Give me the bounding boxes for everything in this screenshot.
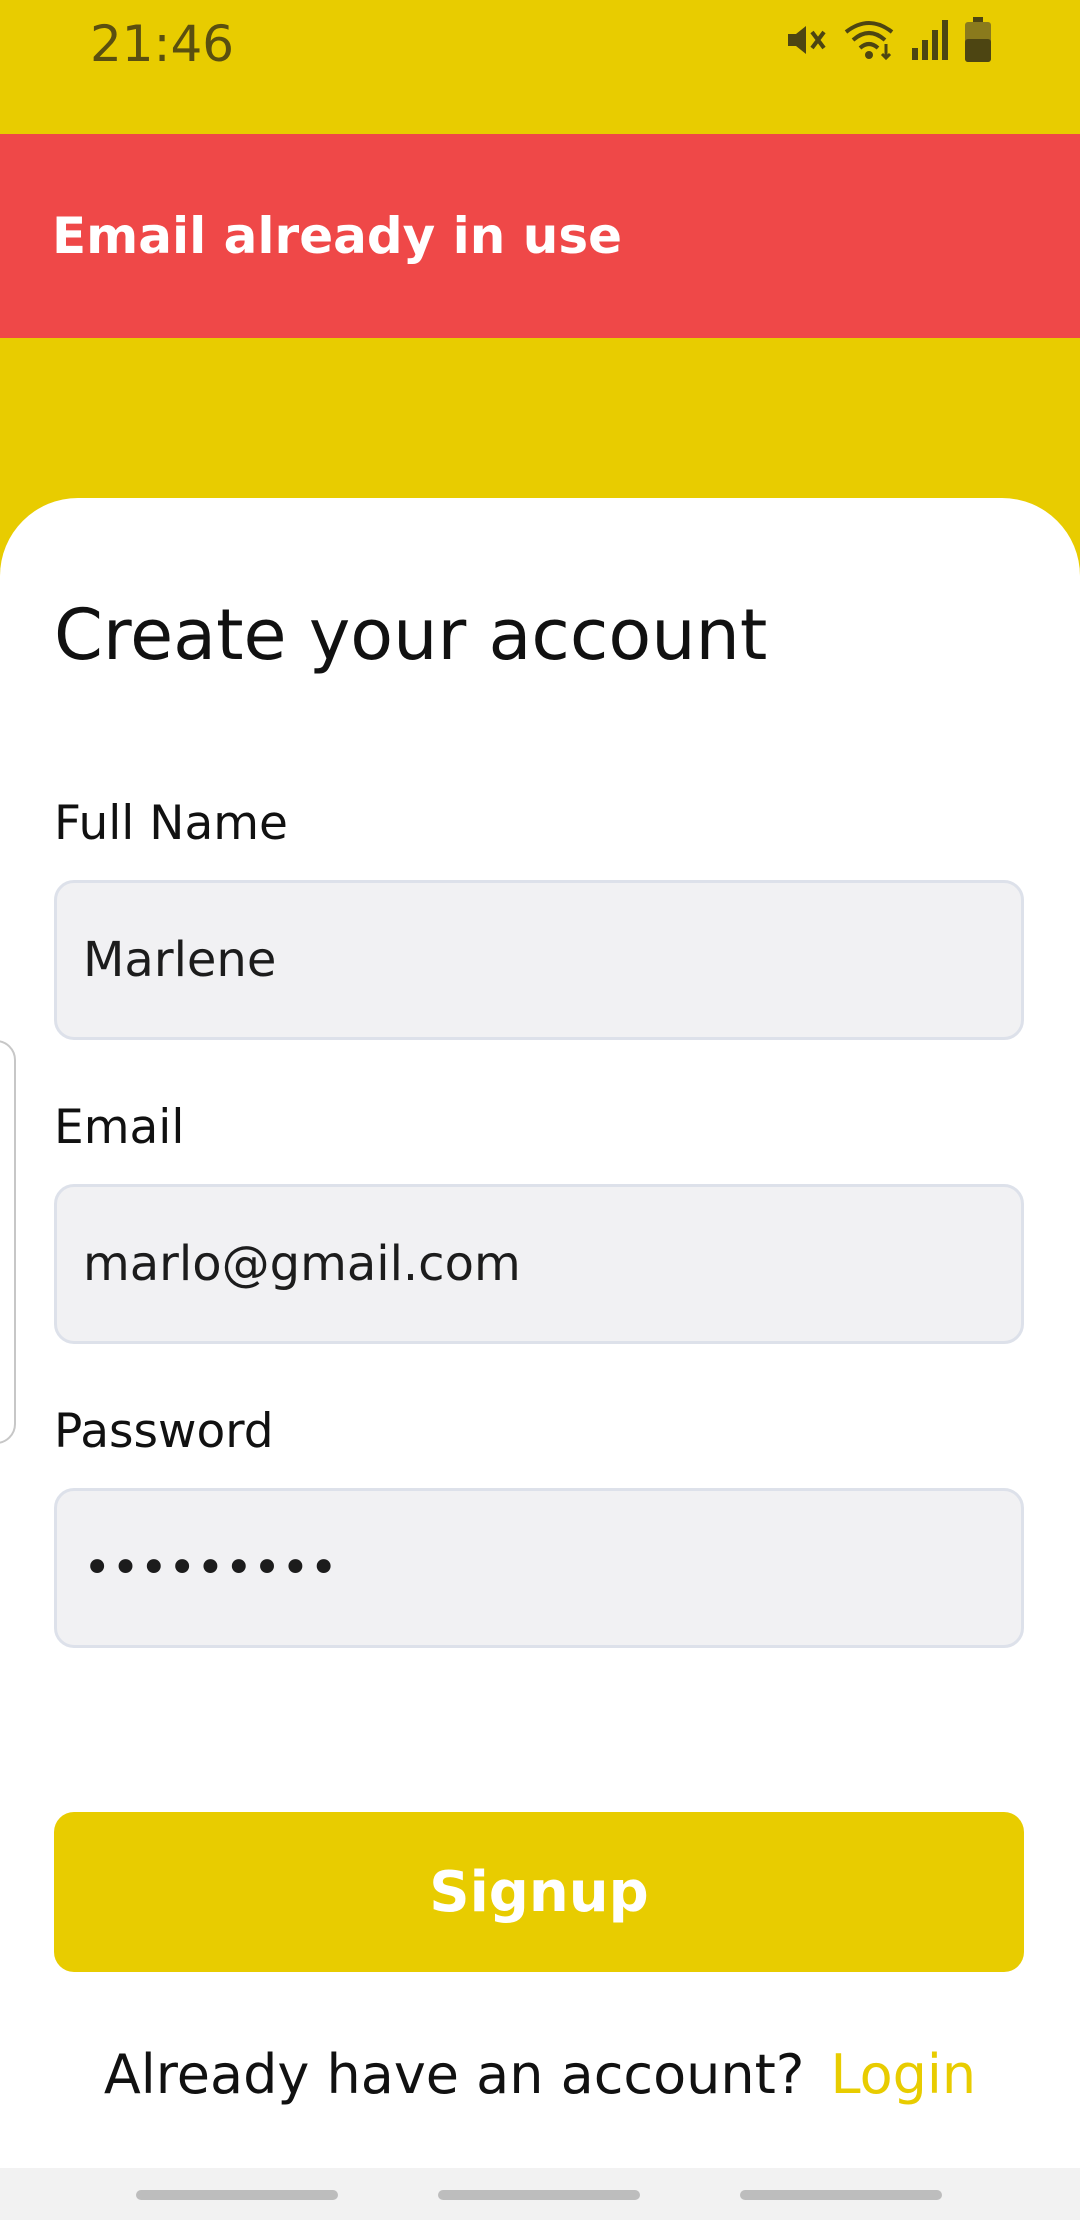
nav-recents-button[interactable] [136, 2190, 338, 2200]
email-label: Email [54, 1100, 185, 1155]
system-navigation-bar [0, 2168, 1080, 2220]
full-name-input[interactable] [54, 880, 1024, 1040]
password-input[interactable] [54, 1488, 1024, 1648]
login-link[interactable]: Login [830, 2043, 976, 2106]
password-label: Password [54, 1404, 274, 1459]
mute-icon [784, 18, 828, 66]
email-input[interactable] [54, 1184, 1024, 1344]
login-prompt-text: Already have an account? [103, 2043, 805, 2106]
battery-icon [964, 17, 992, 67]
error-message: Email already in use [52, 207, 623, 265]
page-title: Create your account [54, 594, 768, 676]
signal-icon [910, 18, 950, 66]
wifi-icon [842, 18, 896, 66]
status-icons [784, 17, 992, 67]
error-snackbar: Email already in use [0, 134, 1080, 338]
nav-home-button[interactable] [438, 2190, 640, 2200]
full-name-label: Full Name [54, 796, 288, 851]
nav-back-button[interactable] [740, 2190, 942, 2200]
side-edge-handle[interactable] [0, 1040, 16, 1444]
status-bar: 21:46 [0, 0, 1080, 134]
status-time: 21:46 [90, 15, 235, 73]
signup-button[interactable]: Signup [54, 1812, 1024, 1972]
login-prompt-row: Already have an account? Login [0, 2035, 1080, 2115]
